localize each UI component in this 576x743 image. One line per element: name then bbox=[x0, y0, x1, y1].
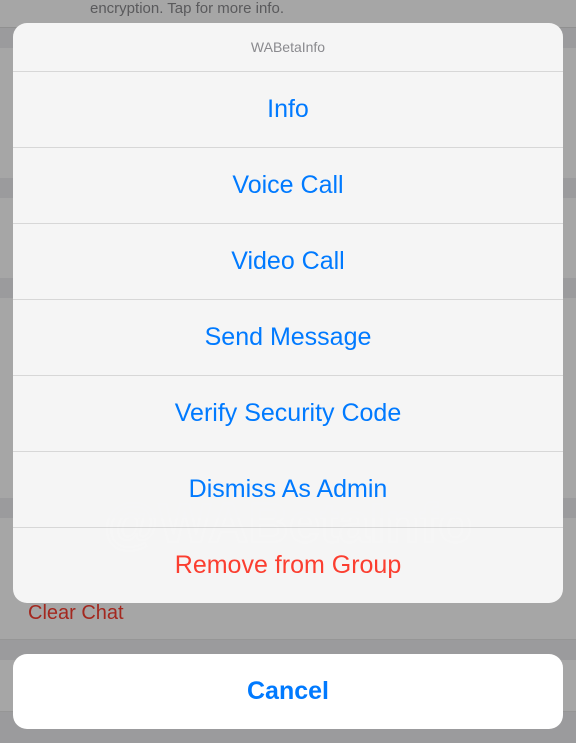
action-dismiss-as-admin-label: Dismiss As Admin bbox=[189, 475, 388, 503]
action-verify-security-code-label: Verify Security Code bbox=[175, 399, 402, 427]
action-verify-security-code[interactable]: Verify Security Code bbox=[13, 376, 563, 452]
action-sheet-cancel-container: Cancel bbox=[13, 654, 563, 729]
action-info[interactable]: Info bbox=[13, 72, 563, 148]
action-remove-from-group[interactable]: Remove from Group bbox=[13, 528, 563, 603]
action-sheet-title: WABetaInfo bbox=[251, 39, 325, 55]
action-voice-call[interactable]: Voice Call bbox=[13, 148, 563, 224]
action-send-message[interactable]: Send Message bbox=[13, 300, 563, 376]
action-sheet-main: WABetaInfo Info Voice Call Video Call Se… bbox=[13, 23, 563, 603]
action-sheet-header: WABetaInfo bbox=[13, 23, 563, 72]
action-video-call-label: Video Call bbox=[231, 247, 345, 275]
action-dismiss-as-admin[interactable]: Dismiss As Admin bbox=[13, 452, 563, 528]
action-voice-call-label: Voice Call bbox=[232, 171, 343, 199]
action-info-label: Info bbox=[267, 95, 309, 123]
action-remove-from-group-label: Remove from Group bbox=[175, 551, 401, 579]
action-video-call[interactable]: Video Call bbox=[13, 224, 563, 300]
cancel-button[interactable]: Cancel bbox=[13, 654, 563, 729]
cancel-label: Cancel bbox=[247, 677, 329, 705]
action-send-message-label: Send Message bbox=[205, 323, 372, 351]
